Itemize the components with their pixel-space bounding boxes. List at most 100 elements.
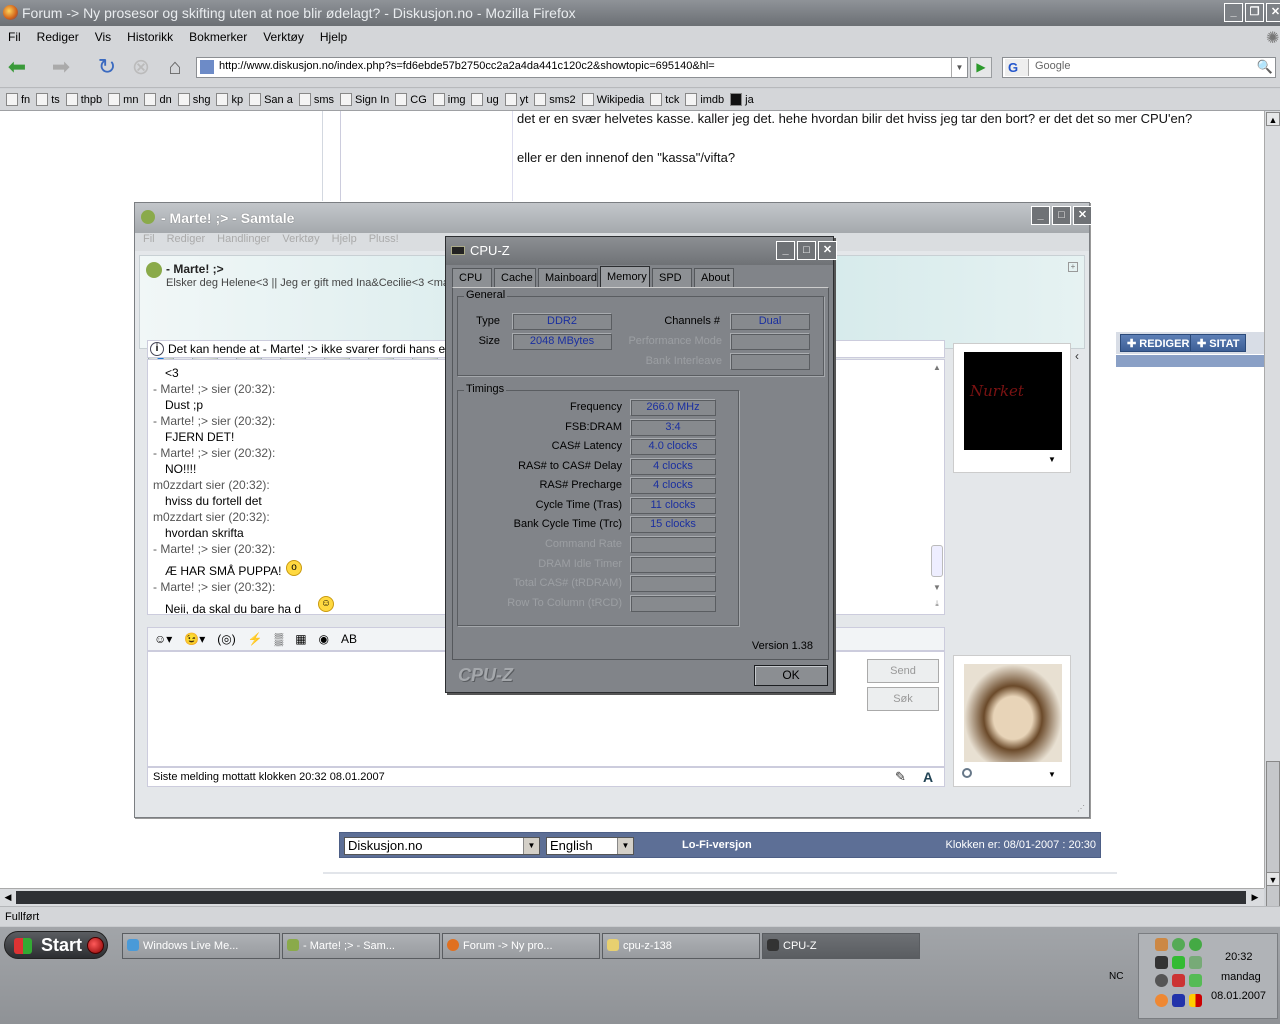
bookmark-item[interactable]: sms bbox=[298, 93, 334, 106]
bookmark-item[interactable]: sms2 bbox=[534, 93, 576, 106]
messenger-icon[interactable] bbox=[1189, 938, 1202, 951]
steam-icon[interactable] bbox=[1155, 956, 1168, 969]
menu-file[interactable]: Fil bbox=[143, 233, 155, 251]
close-button[interactable]: ✕ bbox=[818, 241, 837, 260]
lofi-link[interactable]: Lo-Fi-versjon bbox=[682, 839, 752, 851]
tab-about[interactable]: About bbox=[694, 268, 734, 287]
nudge-icon[interactable]: ⚡ bbox=[248, 632, 263, 646]
url-dropdown-icon[interactable]: ▼ bbox=[951, 58, 967, 77]
reload-icon[interactable]: ↻ bbox=[94, 56, 120, 80]
home-icon[interactable]: ⌂ bbox=[162, 56, 188, 80]
cpuz-title-bar[interactable]: CPU-Z _ □ ✕ bbox=[446, 237, 837, 265]
search-field[interactable]: G Google 🔍 bbox=[1002, 57, 1276, 78]
menu-help[interactable]: Hjelp bbox=[332, 233, 357, 251]
webcam-icon[interactable] bbox=[962, 768, 972, 778]
taskbar-item[interactable]: Forum -> Ny pro... bbox=[442, 933, 600, 959]
utorrent-icon[interactable] bbox=[1172, 938, 1185, 951]
close-button[interactable]: ✕ bbox=[1073, 206, 1092, 225]
page-vertical-scrollbar[interactable]: ▲ ▼ bbox=[1264, 111, 1280, 981]
clock-time[interactable]: 20:32 bbox=[1225, 951, 1253, 963]
menu-bookmarks[interactable]: Bokmerker bbox=[181, 30, 255, 44]
bluetooth-icon[interactable] bbox=[1172, 994, 1185, 1007]
scroll-down-icon[interactable]: ▼ bbox=[930, 583, 944, 592]
menu-tools[interactable]: Verktøy bbox=[255, 30, 312, 44]
taskbar-item[interactable]: - Marte! ;> - Sam... bbox=[282, 933, 440, 959]
back-arrow-icon[interactable]: ⬅ bbox=[4, 56, 30, 80]
bookmark-item[interactable]: fn bbox=[6, 93, 30, 106]
messenger-title-bar[interactable]: - Marte! ;> - Samtale _ □ ✕ bbox=[135, 203, 1092, 233]
power-icon[interactable] bbox=[1155, 974, 1168, 987]
bookmark-item[interactable]: ja bbox=[730, 93, 754, 106]
antivirus-icon[interactable] bbox=[1172, 974, 1185, 987]
expand-icon[interactable]: + bbox=[1068, 262, 1078, 272]
font-icon[interactable]: A bbox=[923, 769, 933, 785]
bookmark-item[interactable]: ug bbox=[471, 93, 499, 106]
forward-arrow-icon[interactable]: ➡ bbox=[48, 56, 74, 80]
k-icon[interactable] bbox=[1155, 994, 1168, 1007]
menu-actions[interactable]: Handlinger bbox=[217, 233, 270, 251]
minimize-button[interactable]: _ bbox=[1224, 3, 1243, 22]
voice-clip-icon[interactable]: (◎) bbox=[217, 632, 235, 646]
emoticon-icon[interactable]: ☺▾ bbox=[154, 632, 172, 646]
collapse-icon[interactable]: ‹ bbox=[1075, 349, 1079, 363]
forum-select[interactable]: Diskusjon.no ▼ bbox=[344, 837, 540, 855]
scroll-thumb[interactable] bbox=[931, 545, 943, 577]
resize-grip-icon[interactable]: ⋰ bbox=[1077, 804, 1085, 813]
minimize-button[interactable]: _ bbox=[1031, 206, 1050, 225]
edit-button[interactable]: ✚ REDIGER bbox=[1120, 334, 1197, 352]
conversation-scrollbar[interactable]: ▲ ▼ ⤓ bbox=[930, 359, 944, 615]
chevron-down-icon[interactable]: ▼ bbox=[1048, 455, 1056, 464]
scroll-down-icon[interactable]: ▼ bbox=[1266, 872, 1280, 886]
menu-view[interactable]: Vis bbox=[87, 30, 119, 44]
minimize-button[interactable]: _ bbox=[776, 241, 795, 260]
scroll-end-icon[interactable]: ⤓ bbox=[930, 599, 944, 609]
close-button[interactable]: ✕ bbox=[1266, 3, 1280, 22]
scroll-right-icon[interactable]: ▶ bbox=[1248, 890, 1262, 905]
bookmark-item[interactable]: kp bbox=[216, 93, 243, 106]
url-bar[interactable]: http://www.diskusjon.no/index.php?s=fd6e… bbox=[196, 57, 968, 78]
bookmark-item[interactable]: img bbox=[432, 93, 465, 106]
network-icon[interactable] bbox=[1189, 956, 1202, 969]
tab-cache[interactable]: Cache bbox=[494, 268, 536, 287]
tab-mainboard[interactable]: Mainboard bbox=[538, 268, 598, 287]
taskbar-item[interactable]: CPU-Z bbox=[762, 933, 920, 959]
taskbar-item[interactable]: cpu-z-138 bbox=[602, 933, 760, 959]
scroll-left-icon[interactable]: ◀ bbox=[1, 890, 15, 905]
bookmark-item[interactable]: imdb bbox=[685, 93, 724, 106]
ok-button[interactable]: OK bbox=[754, 665, 828, 686]
tab-memory[interactable]: Memory bbox=[600, 266, 650, 287]
bookmark-item[interactable]: San a bbox=[249, 93, 293, 106]
bookmark-item[interactable]: mn bbox=[108, 93, 138, 106]
send-button[interactable]: Send bbox=[867, 659, 939, 683]
search-button[interactable]: Søk bbox=[867, 687, 939, 711]
bookmark-item[interactable]: shg bbox=[177, 93, 210, 106]
bookmark-item[interactable]: tck bbox=[650, 93, 679, 106]
grid-icon[interactable]: ▦ bbox=[295, 632, 306, 646]
taskbar-item[interactable]: Windows Live Me... bbox=[122, 933, 280, 959]
tab-cpu[interactable]: CPU bbox=[452, 268, 492, 287]
monkey-icon[interactable] bbox=[1155, 938, 1168, 951]
scroll-up-icon[interactable]: ▲ bbox=[1266, 112, 1280, 126]
spellcheck-icon[interactable]: AB bbox=[341, 632, 357, 646]
menu-plus[interactable]: Pluss! bbox=[369, 233, 399, 251]
tab-spd[interactable]: SPD bbox=[652, 268, 692, 287]
maximize-button[interactable]: □ bbox=[797, 241, 816, 260]
bookmark-item[interactable]: CG bbox=[395, 93, 427, 106]
menu-tools[interactable]: Verktøy bbox=[282, 233, 319, 251]
start-button[interactable]: Start bbox=[4, 931, 108, 959]
wink-icon[interactable]: 😉▾ bbox=[184, 632, 205, 646]
audio-icon[interactable]: ◉ bbox=[319, 632, 329, 646]
search-icon[interactable]: 🔍 bbox=[1257, 59, 1273, 75]
background-icon[interactable]: ▒ bbox=[275, 632, 284, 646]
scroll-up-icon[interactable]: ▲ bbox=[930, 363, 944, 372]
restore-button[interactable]: ❐ bbox=[1245, 3, 1264, 22]
bookmark-item[interactable]: ts bbox=[36, 93, 60, 106]
stop-icon[interactable]: ⊗ bbox=[128, 56, 154, 80]
chevron-down-icon[interactable]: ▼ bbox=[1048, 770, 1056, 779]
page-horizontal-scrollbar[interactable]: ◀ ▶ bbox=[0, 888, 1264, 906]
bookmark-item[interactable]: yt bbox=[504, 93, 528, 106]
contact-display-picture[interactable]: Nurket ▼ bbox=[953, 343, 1071, 473]
bookmark-item[interactable]: dn bbox=[144, 93, 172, 106]
bookmark-item[interactable]: thpb bbox=[65, 93, 102, 106]
google-icon[interactable]: G bbox=[1005, 59, 1029, 76]
